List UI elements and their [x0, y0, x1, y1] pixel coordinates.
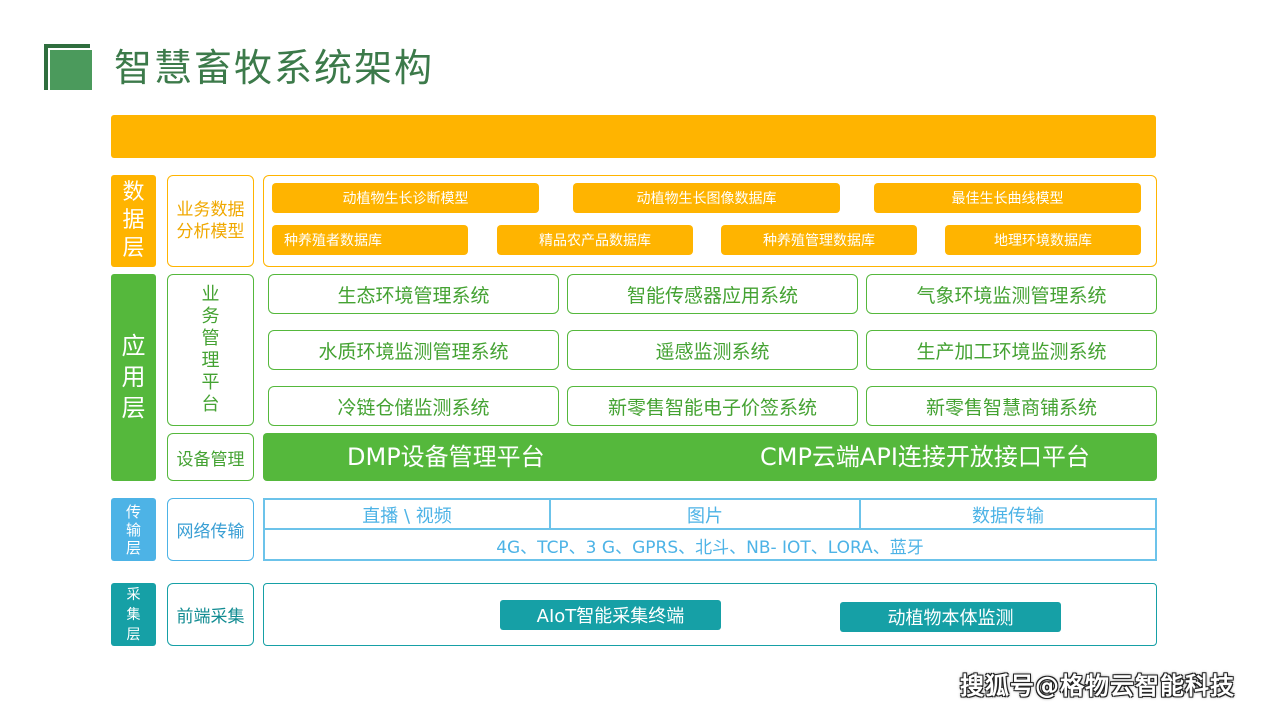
- platform-dmp: DMP设备管理平台: [347, 443, 545, 471]
- top-banner-bar: [111, 115, 1156, 158]
- data-item: 动植物生长诊断模型: [272, 183, 539, 213]
- label-biz-char: 理: [201, 350, 220, 371]
- layer-collect-char: 层: [126, 626, 141, 643]
- network-cell: 直播 \ 视频: [362, 506, 452, 527]
- data-item: 地理环境数据库: [945, 225, 1141, 255]
- layer-app-char: 应: [121, 332, 146, 360]
- layer-collect-char: 采: [126, 586, 141, 603]
- label-data-model-line: 业务数据: [176, 200, 245, 220]
- data-item: 最佳生长曲线模型: [874, 183, 1141, 213]
- label-biz-platform: 业 务 管 理 平 台: [167, 274, 254, 426]
- app-system: 新零售智能电子价签系统: [567, 386, 858, 426]
- layer-collect-char: 集: [126, 606, 141, 623]
- title-decoration-light: [48, 48, 94, 92]
- app-system: 水质环境监测管理系统: [268, 330, 559, 370]
- label-data-model: 业务数据 分析模型: [167, 175, 254, 267]
- layer-transport-char: 输: [125, 520, 141, 539]
- app-system: 冷链仓储监测系统: [268, 386, 559, 426]
- data-item: 精品农产品数据库: [497, 225, 693, 255]
- data-item: 种养殖管理数据库: [721, 225, 917, 255]
- label-biz-char: 台: [201, 394, 220, 415]
- layer-data-char: 数: [122, 180, 145, 205]
- layer-data-char: 层: [122, 236, 145, 261]
- layer-transport-char: 传: [125, 502, 141, 521]
- label-frontend: 前端采集: [167, 583, 254, 646]
- collect-item: AIoT智能采集终端: [500, 600, 721, 630]
- watermark: 搜狐号@格物云智能科技: [960, 672, 1235, 700]
- app-system: 智能传感器应用系统: [567, 274, 858, 314]
- network-cell: 图片: [687, 506, 723, 527]
- label-biz-char: 业: [201, 284, 220, 305]
- layer-app-char: 层: [121, 394, 146, 422]
- layer-transport: 传 输 层: [111, 498, 156, 561]
- app-system: 气象环境监测管理系统: [866, 274, 1157, 314]
- label-data-model-line: 分析模型: [176, 222, 245, 242]
- app-system: 新零售智慧商铺系统: [866, 386, 1157, 426]
- label-biz-char: 务: [201, 306, 220, 327]
- network-row: 直播 \ 视频 图片 数据传输: [265, 500, 1155, 530]
- platform-bar: DMP设备管理平台 CMP云端API连接开放接口平台: [263, 433, 1157, 481]
- page-title: 智慧畜牧系统架构: [114, 46, 435, 90]
- layer-app-char: 用: [121, 363, 146, 391]
- layer-app: 应 用 层: [111, 274, 156, 481]
- layer-data-char: 据: [122, 208, 145, 233]
- network-cell: 数据传输: [972, 506, 1044, 527]
- label-network: 网络传输: [167, 498, 254, 561]
- layer-data: 数 据 层: [111, 175, 156, 267]
- layer-transport-char: 层: [125, 538, 141, 557]
- network-protocols: 4G、TCP、3 G、GPRS、北斗、NB- IOT、LORA、蓝牙: [496, 538, 924, 558]
- label-biz-char: 管: [201, 328, 220, 349]
- layer-collect: 采 集 层: [111, 583, 156, 646]
- label-biz-char: 平: [201, 372, 220, 393]
- network-table: 直播 \ 视频 图片 数据传输 4G、TCP、3 G、GPRS、北斗、NB- I…: [263, 498, 1157, 561]
- platform-cmp: CMP云端API连接开放接口平台: [760, 443, 1090, 471]
- data-item: 动植物生长图像数据库: [573, 183, 840, 213]
- app-system: 生态环境管理系统: [268, 274, 559, 314]
- data-item: 种养殖者数据库: [272, 225, 468, 255]
- app-system: 生产加工环境监测系统: [866, 330, 1157, 370]
- label-device-management: 设备管理: [167, 433, 254, 481]
- app-system: 遥感监测系统: [567, 330, 858, 370]
- collect-item: 动植物本体监测: [840, 602, 1061, 632]
